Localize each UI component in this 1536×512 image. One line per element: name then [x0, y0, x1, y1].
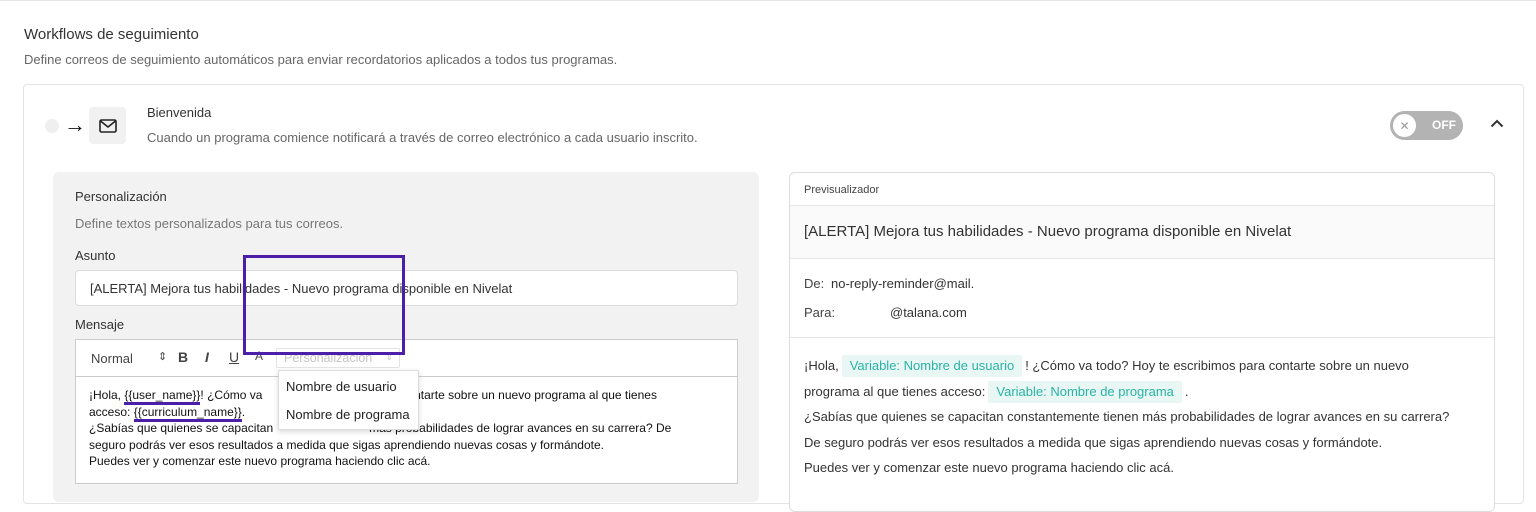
- text-color-icon[interactable]: A: [255, 349, 263, 363]
- text-segment: ! ¿Cómo va: [200, 388, 263, 402]
- top-divider: [0, 0, 1536, 1]
- workflow-card: → Bienvenida Cuando un programa comience…: [23, 84, 1524, 512]
- dropdown-item-user-name[interactable]: Nombre de usuario: [286, 379, 397, 394]
- text-segment: acceso:: [89, 404, 134, 419]
- workflow-select-dot[interactable]: [45, 119, 59, 133]
- text-segment: .: [1184, 383, 1189, 399]
- personalization-dropdown: Nombre de usuario Nombre de programa: [278, 370, 419, 430]
- preview-line: De seguro podrás ver esos resultados a m…: [804, 434, 1383, 450]
- message-editor[interactable]: Normal ⇕ B I U A Personalización ⇕ ¡Hola…: [75, 339, 738, 484]
- toggle-label: OFF: [1432, 118, 1456, 132]
- text-segment: ! ¿Cómo va todo? Hoy te escribimos para …: [1025, 358, 1409, 373]
- close-icon: ✕: [1393, 114, 1416, 137]
- text-color-label: A: [255, 349, 264, 363]
- workflow-toggle[interactable]: ✕ OFF: [1390, 111, 1463, 140]
- mail-icon: [89, 107, 126, 144]
- preview-line: Puedes ver y comenzar este nuevo program…: [804, 460, 1174, 475]
- chevron-down-icon: ⇕: [385, 352, 393, 362]
- divider: [790, 258, 1494, 259]
- sort-icon[interactable]: ⇕: [158, 350, 167, 363]
- to-value: @talana.com: [890, 305, 967, 320]
- subject-label: Asunto: [75, 248, 116, 263]
- subject-input[interactable]: [75, 270, 738, 306]
- text-segment: ¡Hola,: [89, 388, 125, 402]
- divider: [790, 337, 1494, 338]
- from-label: De:: [804, 276, 825, 291]
- workflow-description: Cuando un programa comience notificará a…: [147, 130, 698, 145]
- bold-button[interactable]: B: [178, 349, 188, 365]
- message-label: Mensaje: [75, 317, 125, 332]
- program-name-chip: Variable: Nombre de programa: [988, 380, 1182, 403]
- text-segment: programa al que tienes acceso:: [804, 383, 986, 399]
- preview-header: Previsualizador: [804, 184, 880, 196]
- text-segment: ¿Sabías que quienes se capacitan: [89, 421, 274, 436]
- user-name-chip: Variable: Nombre de usuario: [841, 355, 1023, 377]
- preview-line: ¿Sabías que quienes se capacitan constan…: [804, 409, 1450, 424]
- section-title: Workflows de seguimiento: [24, 26, 199, 43]
- personalization-panel: Personalización Define textos personaliz…: [53, 172, 759, 502]
- to-label: Para:: [804, 305, 836, 320]
- preview-body: ¡Hola, Variable: Nombre de usuario! ¿Cómo…: [804, 353, 1484, 481]
- format-select[interactable]: Normal: [91, 351, 133, 366]
- chevron-up-icon[interactable]: [1487, 113, 1507, 133]
- dropdown-item-program-name[interactable]: Nombre de programa: [286, 407, 410, 422]
- preview-subject: [ALERTA] Mejora tus habilidades - Nuevo …: [804, 223, 1292, 240]
- personalization-select[interactable]: Personalización ⇕: [276, 348, 400, 368]
- editor-line: Puedes ver y comenzar este nuevo program…: [89, 454, 431, 469]
- text-segment: .: [241, 404, 246, 419]
- italic-button[interactable]: I: [205, 349, 209, 365]
- section-description: Define correos de seguimiento automático…: [24, 52, 618, 67]
- user-name-variable: {{user_name}}: [124, 388, 201, 405]
- text-segment: ¡Hola,: [804, 358, 839, 373]
- personalization-title: Personalización: [75, 189, 167, 204]
- arrow-right-icon: →: [64, 112, 86, 137]
- text-segment: ra contarte sobre un nuevo programa al q…: [387, 388, 657, 402]
- workflow-title: Bienvenida: [147, 105, 212, 120]
- curriculum-name-variable: {{curriculum_name}}: [133, 404, 242, 422]
- preview-line: ¡Hola, Variable: Nombre de usuario! ¿Cómo…: [804, 353, 1484, 379]
- preview-panel: Previsualizador [ALERTA] Mejora tus habi…: [789, 172, 1495, 512]
- underline-button[interactable]: U: [229, 349, 239, 365]
- editor-line: seguro podrás ver esos resultados a medi…: [89, 437, 604, 452]
- preview-line: programa al que tienes acceso: Variable: …: [804, 379, 1484, 405]
- from-value: no-reply-reminder@mail.: [831, 276, 975, 291]
- personalization-description: Define textos personalizados para tus co…: [75, 216, 344, 231]
- personalization-select-label: Personalización: [284, 351, 373, 365]
